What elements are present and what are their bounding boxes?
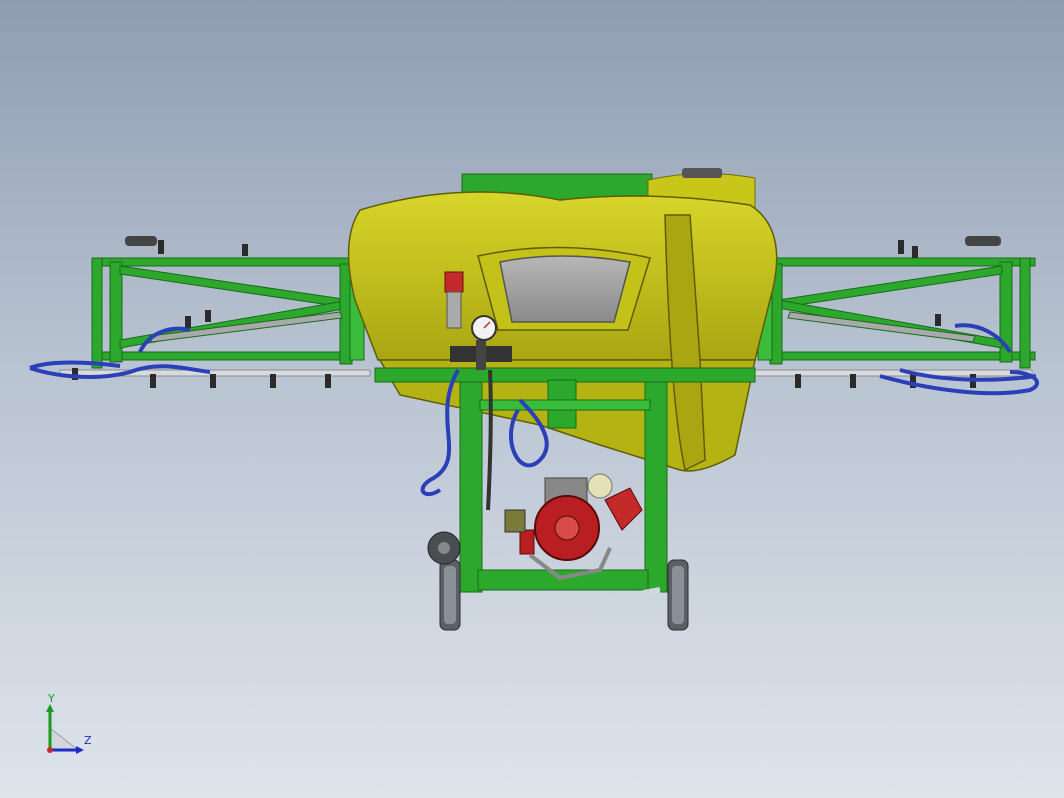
z-axis-label: Z <box>84 734 92 747</box>
right-wheel <box>667 559 689 631</box>
y-axis-label: Y <box>48 692 55 705</box>
coordinate-triad: Y Z <box>38 692 98 758</box>
drive-gear <box>427 531 461 565</box>
cad-viewport[interactable]: Y Z <box>0 0 1064 798</box>
right-boom-frame <box>751 257 1036 377</box>
pump-assembly <box>504 473 643 581</box>
sprayer-3d-model[interactable] <box>0 0 1064 798</box>
pressure-gauge <box>471 315 497 341</box>
left-boom-frame <box>59 257 371 377</box>
triad-arrows <box>46 704 84 754</box>
left-wheel <box>439 559 461 631</box>
spray-tank <box>347 191 778 472</box>
